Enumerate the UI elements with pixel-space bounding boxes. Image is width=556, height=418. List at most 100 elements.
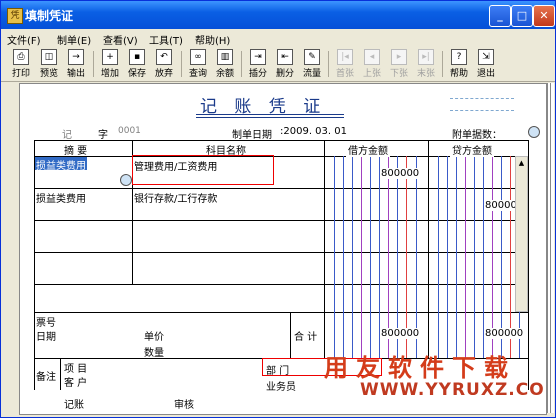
insert-entry-button[interactable]: ⇥ 插分 — [246, 49, 270, 79]
review-label: 审核 — [174, 400, 194, 411]
zi-label: 字 — [98, 130, 108, 141]
remark-label: 备注 — [36, 372, 56, 383]
header-credit: 贷方金额 — [450, 142, 494, 157]
balance-chart-icon: ▥ — [217, 49, 233, 65]
close-button[interactable]: ✕ — [533, 5, 555, 27]
quantity-label: 数量 — [144, 348, 164, 359]
attachments-search-icon[interactable] — [528, 126, 540, 138]
date-label: 制单日期 — [232, 130, 272, 141]
row-account-cell[interactable]: 银行存款/工行存款 — [134, 190, 217, 205]
voucher-number: 0001 — [118, 126, 141, 136]
first-button[interactable]: |◂ 首张 — [333, 49, 357, 79]
paper-edge — [550, 83, 554, 413]
scroll-up-icon[interactable]: ▲ — [517, 158, 526, 168]
digit-line — [474, 156, 475, 358]
bookkeeping-label: 记账 — [64, 400, 84, 411]
grid-line — [34, 188, 529, 189]
query-button[interactable]: ∞ 查询 — [186, 49, 210, 79]
help-button[interactable]: ? 帮助 — [447, 49, 471, 79]
exit-icon: ⇲ — [478, 49, 494, 65]
header-debit: 借方金额 — [346, 142, 390, 157]
dashed-line — [450, 110, 514, 111]
export-button[interactable]: → 输出 — [64, 49, 88, 79]
grid-line — [34, 252, 529, 253]
project-label: 项 目 — [64, 364, 88, 375]
cashflow-button[interactable]: ✎ 流量 — [300, 49, 324, 79]
balance-button[interactable]: ▥ 余额 — [213, 49, 237, 79]
exit-button[interactable]: ⇲ 退出 — [474, 49, 498, 79]
digit-line — [334, 156, 335, 358]
window-title: 填制凭证 — [25, 9, 74, 23]
menu-tools[interactable]: 工具(T) — [149, 32, 183, 47]
attachments-label: 附单据数： — [452, 130, 502, 141]
title-underline — [196, 117, 344, 118]
voucher-window: 凭 填制凭证 _ □ ✕ 文件(F) 制单(E) 查看(V) 工具(T) 帮助(… — [0, 0, 556, 418]
next-icon: ▸ — [391, 49, 407, 65]
cashflow-icon: ✎ — [304, 49, 320, 65]
summary-search-icon[interactable] — [120, 174, 132, 186]
toolbar-separator — [328, 51, 329, 77]
digit-line — [447, 156, 448, 358]
grid-line — [34, 140, 529, 141]
row-summary-cell[interactable]: 损益类费用 — [36, 190, 86, 205]
next-button[interactable]: ▸ 下张 — [387, 49, 411, 79]
vertical-scrollbar[interactable]: ▲ — [515, 156, 528, 312]
row-debit-cell[interactable]: 800000 — [380, 168, 421, 179]
grid-line — [60, 358, 61, 390]
prev-icon: ◂ — [364, 49, 380, 65]
grid-line — [34, 220, 529, 221]
highlight-box — [132, 155, 274, 185]
digit-line — [352, 156, 353, 358]
digit-line — [465, 156, 466, 358]
grid-line — [428, 140, 429, 358]
add-button[interactable]: + 增加 — [98, 49, 122, 79]
dashed-line — [450, 98, 514, 99]
grid-line — [34, 284, 529, 285]
toolbar-separator — [93, 51, 94, 77]
row-summary-cell[interactable]: 损益类费用 — [35, 157, 87, 172]
grid-line — [324, 140, 325, 358]
printer-icon: ⎙ — [13, 49, 29, 65]
app-icon: 凭 — [7, 8, 23, 24]
save-icon: ▪ — [129, 49, 145, 65]
grid-line — [34, 312, 529, 313]
menu-view[interactable]: 查看(V) — [103, 32, 138, 47]
toolbar-separator — [241, 51, 242, 77]
help-icon: ? — [451, 49, 467, 65]
menu-file[interactable]: 文件(F) — [7, 32, 41, 47]
first-icon: |◂ — [337, 49, 353, 65]
digit-line — [370, 156, 371, 358]
menu-help[interactable]: 帮助(H) — [195, 32, 230, 47]
voucher-type-field[interactable]: 记 — [62, 126, 72, 141]
menu-edit[interactable]: 制单(E) — [57, 32, 91, 47]
total-debit: 800000 — [380, 328, 421, 339]
last-icon: ▸| — [418, 49, 434, 65]
print-button[interactable]: ⎙ 打印 — [9, 49, 33, 79]
preview-button[interactable]: ◫ 预览 — [37, 49, 61, 79]
save-button[interactable]: ▪ 保存 — [125, 49, 149, 79]
toolbar-separator — [181, 51, 182, 77]
watermark-logo: 用友软件下载 — [324, 354, 516, 382]
digit-line — [456, 156, 457, 358]
undo-icon: ↶ — [156, 49, 172, 65]
unit-price-label: 单价 — [144, 332, 164, 343]
header-summary: 摘 要 — [64, 146, 88, 157]
export-icon: → — [68, 49, 84, 65]
voucher-date[interactable]: :2009. 03. 01 — [280, 126, 347, 137]
total-label: 合 计 — [294, 332, 318, 343]
digit-line — [438, 156, 439, 358]
ticket-no-label: 票号 — [36, 318, 56, 329]
insert-row-icon: ⇥ — [250, 49, 266, 65]
menu-bar: 文件(F) 制单(E) 查看(V) 工具(T) 帮助(H) — [1, 29, 555, 47]
last-button[interactable]: ▸| 末张 — [414, 49, 438, 79]
delete-entry-button[interactable]: ⇤ 删分 — [273, 49, 297, 79]
salesman-label: 业务员 — [266, 382, 296, 393]
minimize-button[interactable]: _ — [489, 5, 511, 27]
title-bar[interactable]: 凭 填制凭证 _ □ ✕ — [1, 1, 555, 29]
ticket-date-label: 日期 — [36, 332, 56, 343]
discard-button[interactable]: ↶ 放弃 — [152, 49, 176, 79]
grid-line — [290, 312, 291, 358]
total-credit: 800000 — [484, 328, 525, 339]
maximize-button[interactable]: □ — [511, 5, 533, 27]
prev-button[interactable]: ◂ 上张 — [360, 49, 384, 79]
